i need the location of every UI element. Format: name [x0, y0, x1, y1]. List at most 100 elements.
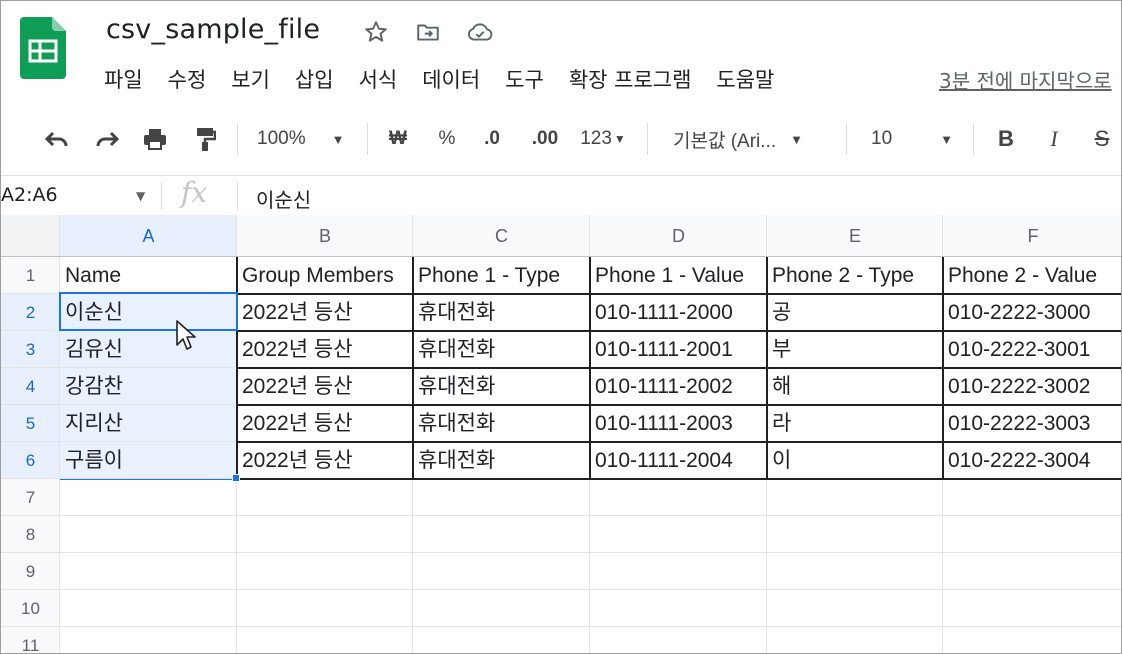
- cell-b4[interactable]: 2022년 등산: [237, 368, 412, 405]
- cell-d4[interactable]: 010-1111-2002: [590, 368, 766, 405]
- percent-format-button[interactable]: %: [433, 113, 461, 165]
- chevron-down-icon: ▼: [613, 132, 626, 146]
- strikethrough-button[interactable]: S: [1087, 113, 1117, 165]
- cell-e4[interactable]: 해: [767, 368, 942, 405]
- cell-e5[interactable]: 라: [767, 405, 942, 442]
- menu-bar: 파일 수정 보기 삽입 서식 데이터 도구 확장 프로그램 도움말: [104, 63, 799, 95]
- cell-f1[interactable]: Phone 2 - Value: [943, 257, 1121, 294]
- bold-button[interactable]: B: [991, 113, 1021, 165]
- cell-d3[interactable]: 010-1111-2001: [590, 331, 766, 368]
- menu-view[interactable]: 보기: [231, 64, 282, 94]
- cell-e3[interactable]: 부: [767, 331, 942, 368]
- redo-icon[interactable]: [89, 113, 125, 165]
- cell-e6[interactable]: 이: [767, 442, 942, 479]
- font-size-select[interactable]: 10 ▼: [871, 113, 961, 165]
- menu-tools[interactable]: 도구: [505, 64, 556, 94]
- paint-format-icon[interactable]: [187, 113, 223, 165]
- italic-button[interactable]: I: [1039, 113, 1069, 165]
- chevron-down-icon[interactable]: ▼: [136, 189, 145, 203]
- zoom-select[interactable]: 100% ▼: [257, 113, 357, 165]
- menu-file[interactable]: 파일: [104, 64, 155, 94]
- gridline-horizontal: [1, 515, 1121, 516]
- cell-c1[interactable]: Phone 1 - Type: [413, 257, 589, 294]
- cell-f4[interactable]: 010-2222-3002: [943, 368, 1121, 405]
- cell-c2[interactable]: 휴대전화: [413, 294, 589, 331]
- row-header-6[interactable]: 6: [1, 442, 60, 479]
- row-header-8[interactable]: 8: [1, 516, 60, 553]
- cell-b2[interactable]: 2022년 등산: [237, 294, 412, 331]
- column-header-f[interactable]: F: [943, 215, 1121, 257]
- cell-f6[interactable]: 010-2222-3004: [943, 442, 1121, 479]
- active-cell-outline: [59, 292, 238, 331]
- menu-help[interactable]: 도움말: [716, 64, 786, 94]
- cell-e2[interactable]: 공: [767, 294, 942, 331]
- cell-b5[interactable]: 2022년 등산: [237, 405, 412, 442]
- row-header-11[interactable]: 11: [1, 627, 60, 653]
- column-header-a[interactable]: A: [60, 215, 237, 257]
- cell-e1[interactable]: Phone 2 - Type: [767, 257, 942, 294]
- menu-extensions[interactable]: 확장 프로그램: [569, 64, 704, 94]
- toolbar-divider: [846, 123, 847, 155]
- cell-c5[interactable]: 휴대전화: [413, 405, 589, 442]
- cell-a6[interactable]: 구름이: [60, 442, 236, 479]
- column-header-c[interactable]: C: [413, 215, 590, 257]
- chevron-down-icon: ▼: [790, 131, 803, 147]
- toolbar: 100% ▼ ₩ % .0 .00 123 ▼ 기본값 (Ari... ▼ 10…: [1, 113, 1121, 165]
- cell-d5[interactable]: 010-1111-2003: [590, 405, 766, 442]
- formula-input[interactable]: 이순신: [256, 184, 311, 213]
- toolbar-divider: [367, 123, 368, 155]
- select-all-corner[interactable]: [1, 215, 60, 257]
- cell-a3[interactable]: 김유신: [60, 331, 236, 368]
- menu-insert[interactable]: 삽입: [295, 64, 346, 94]
- cell-d1[interactable]: Phone 1 - Value: [590, 257, 766, 294]
- cell-c6[interactable]: 휴대전화: [413, 442, 589, 479]
- row-header-3[interactable]: 3: [1, 331, 60, 368]
- toolbar-divider: [973, 123, 974, 155]
- row-header-1[interactable]: 1: [1, 257, 60, 294]
- decrease-decimal-button[interactable]: .0: [475, 113, 509, 165]
- star-icon[interactable]: [359, 15, 393, 49]
- cell-b6[interactable]: 2022년 등산: [237, 442, 412, 479]
- undo-icon[interactable]: [39, 113, 75, 165]
- fill-handle[interactable]: [232, 474, 240, 482]
- row-header-5[interactable]: 5: [1, 405, 60, 442]
- row-header-4[interactable]: 4: [1, 368, 60, 405]
- font-family-select[interactable]: 기본값 (Ari... ▼: [673, 113, 833, 165]
- cell-b1[interactable]: Group Members: [237, 257, 412, 294]
- row-header-10[interactable]: 10: [1, 590, 60, 627]
- cell-a4[interactable]: 강감찬: [60, 368, 236, 405]
- cell-f3[interactable]: 010-2222-3001: [943, 331, 1121, 368]
- column-header-e[interactable]: E: [767, 215, 943, 257]
- cell-c3[interactable]: 휴대전화: [413, 331, 589, 368]
- row-header-7[interactable]: 7: [1, 479, 60, 516]
- cloud-saved-icon[interactable]: [463, 15, 497, 49]
- sheets-logo-icon[interactable]: [20, 17, 66, 79]
- last-edit-link[interactable]: 3분 전에 마지막으로: [939, 65, 1112, 94]
- row-header-2[interactable]: 2: [1, 294, 60, 331]
- row-header-9[interactable]: 9: [1, 553, 60, 590]
- menu-format[interactable]: 서식: [359, 64, 410, 94]
- font-size-value: 10: [871, 128, 893, 149]
- print-icon[interactable]: [137, 113, 173, 165]
- move-to-folder-icon[interactable]: [411, 15, 445, 49]
- toolbar-divider: [237, 123, 238, 155]
- column-header-d[interactable]: D: [590, 215, 767, 257]
- currency-format-button[interactable]: ₩: [383, 113, 413, 165]
- cell-a5[interactable]: 지리산: [60, 405, 236, 442]
- more-formats-label: 123: [580, 128, 612, 149]
- cell-c4[interactable]: 휴대전화: [413, 368, 589, 405]
- cell-d6[interactable]: 010-1111-2004: [590, 442, 766, 479]
- column-header-b[interactable]: B: [237, 215, 413, 257]
- document-title[interactable]: csv_sample_file: [106, 14, 320, 45]
- menu-data[interactable]: 데이터: [422, 64, 492, 94]
- cell-b3[interactable]: 2022년 등산: [237, 331, 412, 368]
- toolbar-divider: [647, 123, 648, 155]
- cell-a1[interactable]: Name: [60, 257, 236, 294]
- cell-d2[interactable]: 010-1111-2000: [590, 294, 766, 331]
- cell-f5[interactable]: 010-2222-3003: [943, 405, 1121, 442]
- cell-f2[interactable]: 010-2222-3000: [943, 294, 1121, 331]
- more-formats-button[interactable]: 123 ▼: [575, 113, 631, 165]
- increase-decimal-button[interactable]: .00: [525, 113, 565, 165]
- name-box[interactable]: A2:A6: [1, 184, 58, 206]
- menu-edit[interactable]: 수정: [168, 64, 219, 94]
